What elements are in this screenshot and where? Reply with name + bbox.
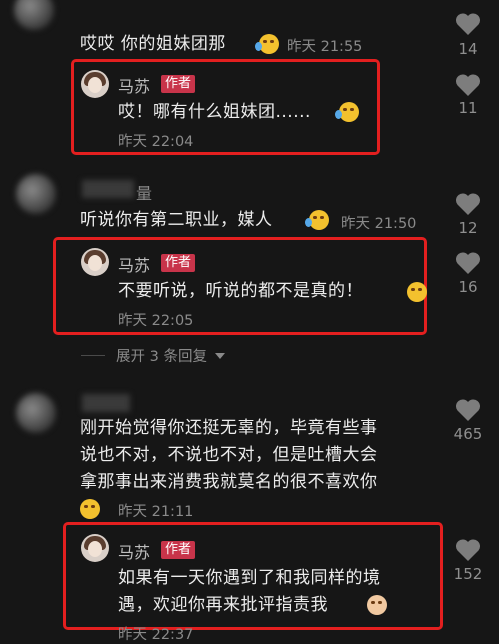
author-badge: 作者 [161,75,196,93]
reply-text-line: 如果有一天你遇到了和我同样的境 [118,568,381,588]
reply-username[interactable]: 马苏 [118,252,150,276]
blurred-username [82,394,130,412]
thinking-face-emoji-icon [407,282,427,302]
like-count: 12 [458,219,478,237]
comment-time: 昨天 21:55 [287,39,363,55]
heart-icon[interactable] [455,12,481,36]
heart-icon[interactable] [455,192,481,216]
fearful-face-emoji-icon [80,499,100,519]
folded-hands-emoji-icon [367,595,387,615]
tears-of-joy-emoji-icon [305,210,329,230]
heart-icon[interactable] [455,538,481,562]
avatar[interactable] [16,174,56,214]
heart-icon[interactable] [455,251,481,275]
reply-username[interactable]: 马苏 [118,73,150,97]
comment-text-line: 拿那事出来消费我就莫名的很不喜欢你 [80,472,378,492]
comment-time: 昨天 21:50 [341,216,417,232]
comment-username[interactable]: 量 [136,180,152,204]
avatar[interactable] [14,0,54,30]
comment-text: 哎哎 你的姐妹团那 [80,34,226,54]
like-count: 11 [458,99,478,117]
author-badge: 作者 [161,541,196,559]
blurred-username [82,180,134,198]
avatar[interactable] [16,393,56,433]
like-count: 152 [453,565,483,583]
reply-username[interactable]: 马苏 [118,539,150,563]
heart-icon[interactable] [455,73,481,97]
tears-of-joy-emoji-icon [335,102,359,122]
expand-replies-label: 展开 3 条回复 [116,349,207,365]
tears-of-joy-emoji-icon [255,34,279,54]
like-count: 14 [458,40,478,58]
reply-text: 不要听说，听说的都不是真的！ [118,281,363,301]
like-count: 16 [458,278,478,296]
expand-replies-button[interactable]: 展开 3 条回复 [116,345,225,366]
reply-time: 昨天 22:05 [118,313,194,329]
author-badge: 作者 [161,254,196,272]
heart-icon[interactable] [455,398,481,422]
divider [81,355,105,356]
chevron-down-icon [214,353,225,359]
author-avatar[interactable] [81,534,109,562]
reply-text: 哎！哪有什么姐妹团...... [118,102,311,122]
reply-time: 昨天 22:04 [118,134,194,150]
comment-text-line: 说也不对，不说也不对，但是吐槽大会 [80,445,378,465]
author-avatar[interactable] [81,70,109,98]
like-count: 465 [453,425,483,443]
author-avatar[interactable] [81,248,109,276]
reply-time: 昨天 22:37 [118,627,194,643]
comment-time: 昨天 21:11 [118,504,194,520]
comment-text-line: 刚开始觉得你还挺无辜的，毕竟有些事 [80,418,378,438]
comment-text: 听说你有第二职业，媒人 [80,210,273,230]
reply-text-line: 遇，欢迎你再来批评指责我 [118,595,328,615]
